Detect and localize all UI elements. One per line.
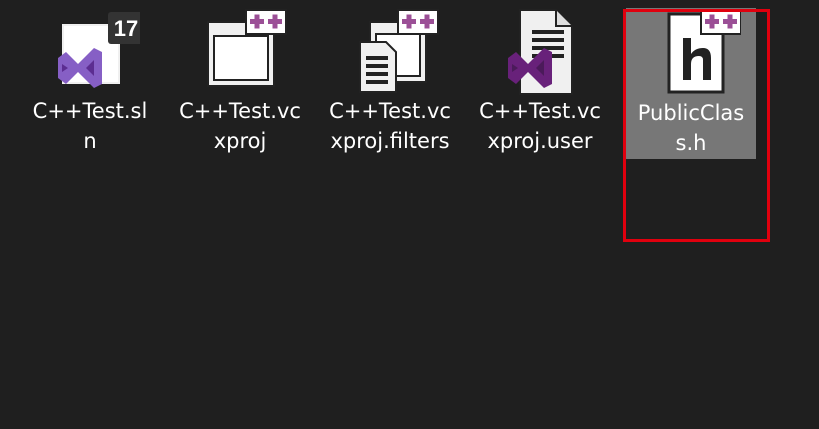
file-item-vcxproj-filters[interactable]: C++Test.vcxproj.filters [326, 6, 454, 156]
cpp-user-icon [508, 9, 573, 95]
file-item-vcxproj-user[interactable]: C++Test.vcxproj.user [476, 6, 604, 156]
cpp-project-icon [207, 9, 287, 87]
file-name: C++Test.sln [32, 99, 148, 153]
file-item-sln[interactable]: 17 C++Test.sln [26, 6, 154, 156]
visual-studio-solution-icon: 17 [58, 12, 140, 88]
file-item-public-class-h[interactable]: PublicClass.h [626, 8, 756, 159]
file-name: C++Test.vcxproj [179, 99, 301, 153]
cpp-filters-icon [359, 9, 439, 93]
file-explorer-view: 17 C++Test.sln C++Test.vcxproj C++Test.v… [0, 0, 819, 429]
file-item-vcxproj[interactable]: C++Test.vcxproj [176, 6, 304, 156]
file-name: PublicClass.h [637, 101, 745, 155]
file-name: C++Test.vcxproj.filters [329, 99, 451, 153]
version-badge: 17 [114, 16, 138, 41]
file-name: C++Test.vcxproj.user [479, 99, 601, 153]
cpp-header-icon [667, 9, 741, 94]
